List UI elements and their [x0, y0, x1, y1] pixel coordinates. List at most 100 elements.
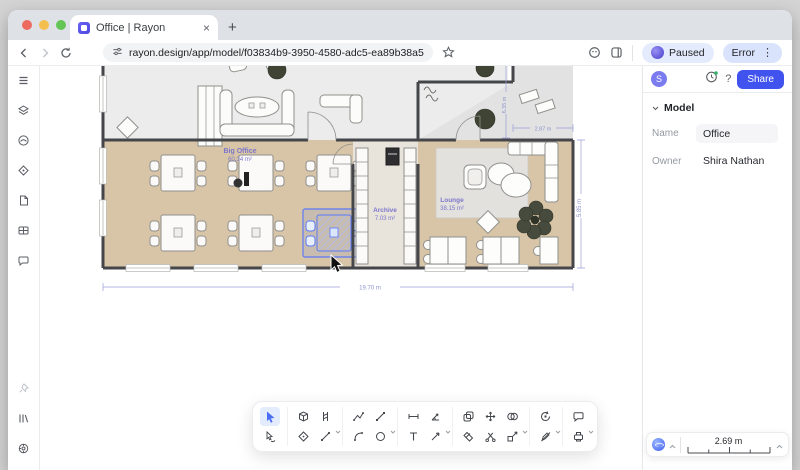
angle-tool[interactable] — [425, 407, 445, 426]
assets-icon[interactable] — [17, 134, 30, 152]
polyline-tool[interactable] — [348, 407, 368, 426]
error-label: Error — [732, 47, 755, 59]
owner-label: Owner — [652, 156, 696, 167]
dim-width: 19.70 m — [359, 286, 381, 292]
window-controls[interactable] — [22, 20, 66, 30]
dim-lounge-height: 5.85 m — [577, 199, 583, 217]
minimize-window-button[interactable] — [39, 20, 49, 30]
tool-group-lines — [343, 407, 398, 446]
extension-badge-icon[interactable] — [588, 46, 601, 59]
name-field-row: Name — [652, 124, 783, 143]
library-icon[interactable] — [17, 412, 30, 430]
menu-icon[interactable] — [17, 74, 30, 92]
rotate-tool[interactable] — [535, 407, 555, 426]
tool-group-select — [255, 407, 288, 446]
diamond-tool[interactable] — [293, 427, 313, 446]
chevron-up-icon[interactable] — [669, 436, 676, 454]
pin-icon[interactable] — [17, 382, 30, 400]
segment-tool[interactable] — [370, 407, 390, 426]
owner-value: Shira Nathan — [696, 155, 764, 167]
back-icon[interactable] — [18, 47, 30, 59]
wall-tool[interactable] — [315, 407, 335, 426]
snap-icon[interactable] — [652, 438, 665, 451]
room-area-archive: 7.03 m² — [375, 216, 395, 222]
scale-footer: 2.69 m — [646, 432, 789, 457]
group-chevron-icon[interactable] — [390, 421, 396, 439]
panel-header: S ? Share — [643, 66, 792, 93]
union-tool[interactable] — [502, 407, 522, 426]
toolbar-divider — [632, 45, 633, 61]
circle-tool[interactable] — [370, 427, 390, 446]
close-window-button[interactable] — [22, 20, 32, 30]
pages-icon[interactable] — [17, 194, 30, 212]
room-label-archive[interactable]: Archive — [373, 207, 397, 214]
profile-paused-chip[interactable]: Paused — [642, 43, 714, 63]
name-label: Name — [652, 128, 696, 139]
table-icon[interactable] — [17, 224, 30, 242]
export-tool[interactable] — [568, 427, 588, 446]
text-tool[interactable] — [403, 427, 423, 446]
model-name-input[interactable] — [696, 124, 778, 143]
move-tool[interactable] — [480, 407, 500, 426]
pen-off-tool[interactable] — [535, 427, 555, 446]
line-tool[interactable] — [315, 427, 335, 446]
model-section-header[interactable]: Model — [643, 93, 792, 118]
user-avatar[interactable]: S — [651, 71, 667, 87]
comment-tool[interactable] — [568, 407, 588, 426]
room-area-big-office: 60.34 m² — [228, 157, 252, 163]
model-section-title: Model — [664, 102, 694, 114]
arrow-tool[interactable] — [425, 427, 445, 446]
scissors-tool[interactable] — [480, 427, 500, 446]
drawing-canvas[interactable]: Big Office 60.34 m² Archive 7.03 m² Loun… — [40, 66, 642, 470]
tool-group-draw-shapes — [288, 407, 343, 446]
scale-tool[interactable] — [502, 427, 522, 446]
dimension-tool[interactable] — [403, 407, 423, 426]
group-chevron-icon[interactable] — [335, 421, 341, 439]
tool-group-transform — [530, 407, 563, 446]
tool-bar — [252, 401, 598, 452]
group-chevron-icon[interactable] — [445, 421, 451, 439]
group-chevron-icon[interactable] — [522, 421, 528, 439]
scale-value: 2.69 m — [715, 436, 743, 446]
arc-tool[interactable] — [348, 427, 368, 446]
select-tool[interactable] — [260, 407, 280, 426]
browser-menu-icon[interactable]: ⋮ — [762, 46, 773, 59]
room-label-big-office[interactable]: Big Office — [223, 148, 256, 155]
group-chevron-icon[interactable] — [555, 421, 561, 439]
zoom-window-button[interactable] — [56, 20, 66, 30]
error-menu-chip[interactable]: Error ⋮ — [723, 43, 782, 63]
layers-icon[interactable] — [17, 104, 30, 122]
dim-terrace-height: 6.35 m — [502, 96, 508, 113]
left-sidebar — [8, 66, 40, 470]
help-button[interactable]: ? — [725, 73, 731, 85]
browser-window: Office | Rayon × + rayon.design/app/mode… — [8, 10, 792, 470]
shapes-icon[interactable] — [17, 164, 30, 182]
bookmark-star-icon[interactable] — [442, 46, 455, 59]
side-panel-icon[interactable] — [610, 46, 623, 59]
eraser-tool[interactable] — [458, 427, 478, 446]
right-panel: S ? Share Model Name Owner Shira Nathan — [642, 66, 792, 470]
scale-indicator[interactable]: 2.69 m — [685, 436, 772, 454]
share-button[interactable]: Share — [737, 70, 784, 89]
reload-icon[interactable] — [60, 47, 72, 59]
scale-ruler-icon — [687, 446, 771, 454]
chevron-down-icon — [652, 106, 659, 111]
site-info-icon[interactable] — [112, 44, 123, 62]
close-tab-icon[interactable]: × — [203, 21, 210, 35]
tool-group-share — [563, 407, 595, 446]
duplicate-tool[interactable] — [458, 407, 478, 426]
comments-icon[interactable] — [17, 254, 30, 272]
browser-tab[interactable]: Office | Rayon × — [70, 15, 218, 40]
new-tab-button[interactable]: + — [228, 20, 237, 35]
url-bar[interactable]: rayon.design/app/model/f03834b9-3950-458… — [103, 43, 433, 62]
box-tool[interactable] — [293, 407, 313, 426]
room-label-lounge[interactable]: Lounge — [440, 197, 464, 204]
history-clock-icon[interactable] — [705, 70, 719, 89]
chevron-up-icon[interactable] — [776, 436, 783, 454]
browser-toolbar: rayon.design/app/model/f03834b9-3950-458… — [8, 40, 792, 66]
group-chevron-icon[interactable] — [588, 421, 594, 439]
forward-icon[interactable] — [39, 47, 51, 59]
owner-field-row: Owner Shira Nathan — [652, 155, 783, 167]
lasso-tool[interactable] — [260, 427, 280, 446]
settings-icon[interactable] — [17, 442, 30, 460]
